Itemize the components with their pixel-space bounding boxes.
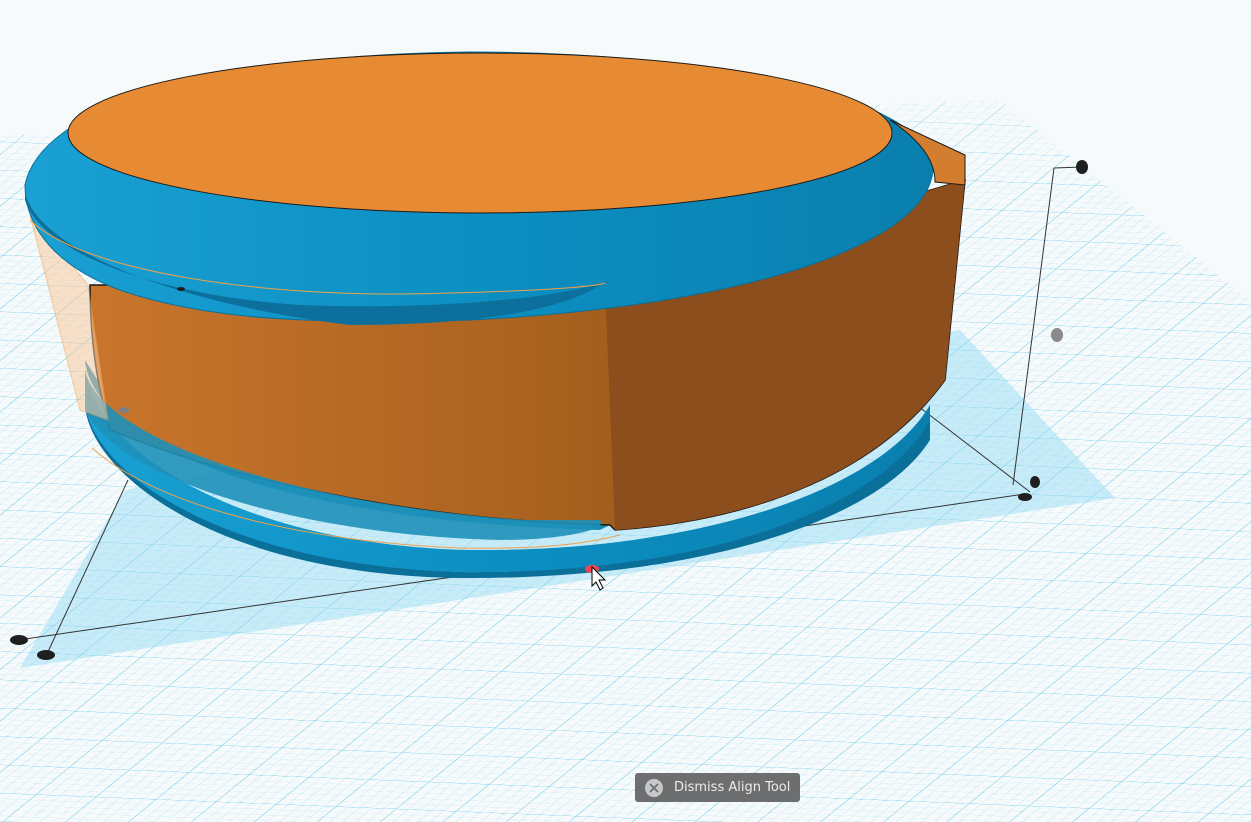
- align-handle[interactable]: [118, 407, 130, 413]
- align-handle[interactable]: [10, 635, 28, 645]
- orange-top-face[interactable]: [67, 52, 893, 214]
- 3d-scene[interactable]: [0, 0, 1251, 822]
- close-icon: [645, 778, 663, 797]
- align-handle[interactable]: [1076, 160, 1088, 174]
- workplane-viewport[interactable]: Dismiss Align Tool: [0, 0, 1251, 822]
- dismiss-align-tool-button[interactable]: Dismiss Align Tool: [635, 773, 800, 802]
- align-handle[interactable]: [1051, 328, 1063, 342]
- align-handle[interactable]: [1018, 493, 1032, 501]
- dismiss-align-tool-label: Dismiss Align Tool: [674, 780, 791, 795]
- align-handle[interactable]: [37, 650, 55, 660]
- align-handle[interactable]: [177, 287, 185, 291]
- align-handle[interactable]: [1030, 476, 1040, 488]
